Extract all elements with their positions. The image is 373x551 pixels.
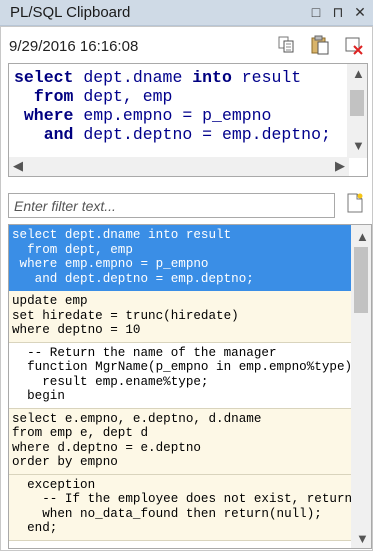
title-bar: PL/SQL Clipboard □ ⊓ ✕ <box>0 0 373 26</box>
pin-window-icon[interactable]: ⊓ <box>331 2 345 22</box>
paste-icon[interactable] <box>311 35 329 55</box>
toolbar <box>277 35 363 55</box>
clip-item[interactable]: select e.empno, e.deptno, d.dname from e… <box>9 408 353 475</box>
scroll-right-icon[interactable]: ▶ <box>335 158 345 174</box>
editor-code[interactable]: select dept.dname into result from dept,… <box>9 64 367 144</box>
clip-editor[interactable]: select dept.dname into result from dept,… <box>8 63 368 177</box>
editor-vertical-scrollbar[interactable]: ▲ ▼ <box>347 64 367 158</box>
float-window-icon[interactable]: □ <box>309 2 323 22</box>
window-title: PL/SQL Clipboard <box>10 4 131 21</box>
clip-timestamp: 9/29/2016 16:16:08 <box>9 38 139 55</box>
list-scroll-thumb[interactable] <box>354 247 368 313</box>
list-scroll-down-icon[interactable]: ▼ <box>356 531 369 546</box>
editor-horizontal-scrollbar[interactable]: ◀ ▶ <box>9 157 349 176</box>
sql-keyword: from <box>33 87 74 106</box>
list-scroll-up-icon[interactable]: ▲ <box>356 229 369 244</box>
sql-keyword: select <box>14 68 74 87</box>
delete-icon[interactable] <box>345 35 363 55</box>
clip-list: select dept.dname into result from dept,… <box>8 224 372 549</box>
sql-keyword: where <box>23 106 74 125</box>
clip-items: select dept.dname into result from dept,… <box>9 225 353 541</box>
clip-item[interactable]: select dept.dname into result from dept,… <box>9 225 353 291</box>
editor-scroll-thumb[interactable] <box>350 90 364 116</box>
sql-keyword: and <box>43 125 74 144</box>
scroll-down-icon[interactable]: ▼ <box>352 138 365 153</box>
sql-keyword: into <box>192 68 232 87</box>
sql-text: dept, emp <box>73 87 173 106</box>
close-window-icon[interactable]: ✕ <box>353 2 367 22</box>
sql-text: dept.deptno = emp.deptno; <box>73 125 331 144</box>
sql-text: result <box>231 68 302 87</box>
clip-item[interactable]: update emp set hiredate = trunc(hiredate… <box>9 291 353 343</box>
sql-text: dept.dname <box>73 68 193 87</box>
clip-item[interactable]: -- Return the name of the manager functi… <box>9 342 353 409</box>
clip-item[interactable]: exception -- If the employee does not ex… <box>9 474 353 541</box>
scroll-left-icon[interactable]: ◀ <box>13 158 23 174</box>
list-vertical-scrollbar[interactable]: ▲ ▼ <box>351 225 371 548</box>
sql-text: emp.empno = p_empno <box>73 106 272 125</box>
filter-input[interactable] <box>8 193 335 218</box>
window-controls: □ ⊓ ✕ <box>309 2 367 22</box>
scroll-up-icon[interactable]: ▲ <box>352 66 365 81</box>
new-document-icon[interactable] <box>347 193 363 213</box>
copy-icon[interactable] <box>277 35 295 55</box>
